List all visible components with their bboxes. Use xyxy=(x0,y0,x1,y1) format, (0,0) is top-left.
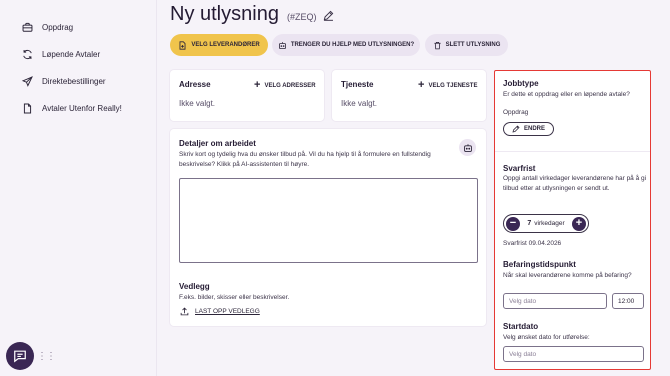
refresh-icon xyxy=(23,49,32,60)
sidebar: Oppdrag Løpende Avtaler Direktebestillin… xyxy=(0,0,157,376)
sidebar-item-oppdrag[interactable]: Oppdrag xyxy=(22,22,73,33)
select-suppliers-button[interactable]: VELG LEVERANDØRER xyxy=(170,34,268,56)
select-address-label: VELG ADRESSER xyxy=(264,82,316,89)
help-button[interactable]: TRENGER DU HJELP MED UTLYSNINGEN? xyxy=(272,34,420,56)
service-value: Ikke valgt. xyxy=(341,99,378,108)
ai-assistant-icon xyxy=(278,41,286,49)
select-service-button[interactable]: + VELG TJENESTE xyxy=(418,80,477,91)
decrement-button[interactable]: − xyxy=(506,216,520,231)
sidebar-item-label: Avtaler Utenfor Really! xyxy=(42,104,122,113)
inspection-title: Befaringstidspunkt xyxy=(503,260,576,269)
select-address-button[interactable]: + VELG ADRESSER xyxy=(254,80,316,91)
divider xyxy=(495,151,650,152)
deadline-title: Svarfrist xyxy=(503,164,536,173)
select-service-label: VELG TJENESTE xyxy=(428,82,478,89)
delete-button[interactable]: SLETT UTLYSNING xyxy=(425,34,508,56)
deadline-days-value: 7 virkedager xyxy=(527,220,564,227)
plus-icon: + xyxy=(418,79,425,91)
change-job-type-button[interactable]: ENDRE xyxy=(503,122,554,136)
deadline-description: Oppgi antall virkedager leverandørene ha… xyxy=(503,175,647,192)
deadline-date: Svarfrist 09.04.2026 xyxy=(503,240,562,247)
details-textarea[interactable] xyxy=(179,178,478,263)
ai-assistant-icon xyxy=(463,143,472,152)
address-value: Ikke valgt. xyxy=(179,99,216,108)
change-label: ENDRE xyxy=(523,126,545,132)
trash-icon xyxy=(434,41,441,49)
page-id: (#ZEQ) xyxy=(287,12,317,22)
details-title: Detaljer om arbeidet xyxy=(179,139,256,148)
pencil-icon xyxy=(512,125,520,133)
deadline-days-unit: virkedager xyxy=(534,220,565,227)
start-date-question: Velg ønsket dato for utførelse: xyxy=(503,334,590,341)
upload-label: LAST OPP VEDLEGG xyxy=(195,308,260,315)
document-icon xyxy=(23,103,32,114)
upload-icon xyxy=(180,307,189,316)
address-title: Adresse xyxy=(179,80,211,89)
upload-attachment-button[interactable]: LAST OPP VEDLEGG xyxy=(180,307,260,316)
inspection-date-input[interactable]: Velg dato xyxy=(503,293,607,309)
sidebar-item-direktebestillinger[interactable]: Direktebestillinger xyxy=(22,76,106,87)
attachments-description: F.eks. bilder, skisser eller beskrivelse… xyxy=(179,294,290,301)
service-card: Tjeneste + VELG TJENESTE Ikke valgt. xyxy=(332,70,486,121)
select-suppliers-label: VELG LEVERANDØRER xyxy=(191,42,260,48)
job-type-value: Oppdrag xyxy=(503,109,529,116)
sidebar-item-label: Direktebestillinger xyxy=(42,77,106,86)
increment-button[interactable]: + xyxy=(571,216,586,231)
start-date-input[interactable]: Velg dato xyxy=(503,346,644,362)
sidebar-item-avtaler-utenfor[interactable]: Avtaler Utenfor Really! xyxy=(22,103,122,114)
job-type-title: Jobbtype xyxy=(503,79,539,88)
inspection-question: Når skal leverandørene komme på befaring… xyxy=(503,272,632,279)
briefcase-icon xyxy=(22,22,33,32)
ai-assistant-button[interactable] xyxy=(459,139,476,156)
chat-button[interactable] xyxy=(6,342,34,370)
document-add-icon xyxy=(179,40,186,50)
sidebar-item-label: Løpende Avtaler xyxy=(42,50,101,59)
deadline-stepper: − 7 virkedager + xyxy=(503,214,589,233)
service-title: Tjeneste xyxy=(341,80,374,89)
help-label: TRENGER DU HJELP MED UTLYSNINGEN? xyxy=(290,42,415,48)
details-description: Skriv kort og tydelig hva du ønsker tilb… xyxy=(179,151,431,168)
pencil-icon[interactable] xyxy=(323,10,334,21)
deadline-days: 7 xyxy=(527,220,532,227)
attachments-title: Vedlegg xyxy=(179,282,210,291)
plus-icon: + xyxy=(254,79,261,91)
sidebar-item-lopende-avtaler[interactable]: Løpende Avtaler xyxy=(22,49,100,60)
sidebar-item-label: Oppdrag xyxy=(42,23,74,32)
start-date-title: Startdato xyxy=(503,322,539,331)
address-card: Adresse + VELG ADRESSER Ikke valgt. xyxy=(170,70,324,121)
send-icon xyxy=(22,76,33,87)
job-type-question: Er dette et oppdrag eller en løpende avt… xyxy=(503,91,630,98)
inspection-time-input[interactable]: 12:00 xyxy=(612,293,644,309)
chat-icon xyxy=(14,350,26,363)
drag-handle-icon[interactable]: ⋮⋮ xyxy=(37,352,56,362)
job-settings-panel: Jobbtype Er dette et oppdrag eller en lø… xyxy=(494,70,651,370)
page-title: Ny utlysning xyxy=(170,3,279,25)
delete-label: SLETT UTLYSNING xyxy=(445,42,501,48)
